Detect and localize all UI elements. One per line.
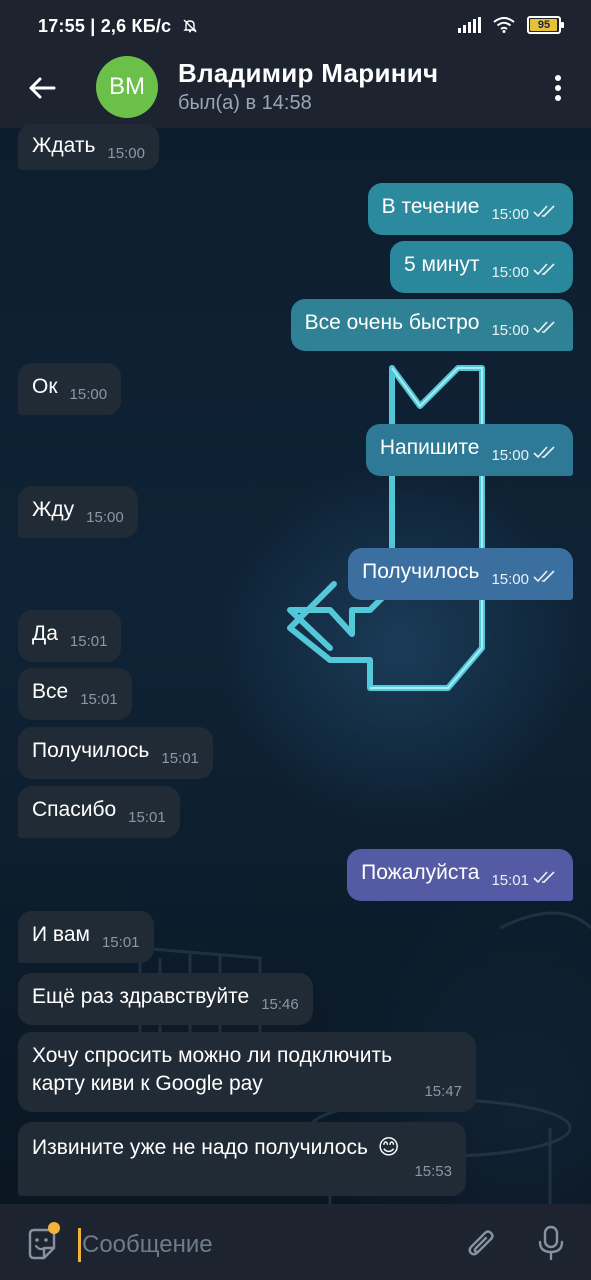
chat-header: ВМ Владимир Маринич был(а) в 14:58 — [0, 46, 591, 128]
message-incoming-multiline[interactable]: Хочу спросить можно ли подключить карту … — [18, 1032, 476, 1112]
microphone-icon[interactable] — [534, 1224, 568, 1262]
message-text-line-1: Хочу спросить можно ли подключить — [32, 1044, 393, 1067]
message-incoming[interactable]: Ок 15:00 — [18, 363, 122, 415]
double-check-icon — [533, 446, 555, 459]
double-check-icon — [533, 570, 555, 583]
message-text: Ещё раз здравствуйте — [32, 985, 250, 1008]
message-time: 15:00 — [491, 206, 529, 223]
message-outgoing[interactable]: В течение 15:00 — [367, 183, 573, 235]
arrow-left-icon[interactable] — [24, 70, 60, 106]
message-time: 15:00 — [107, 145, 145, 162]
message-incoming[interactable]: И вам 15:01 — [18, 911, 154, 963]
message-text: Все очень быстро — [304, 311, 480, 334]
message-outgoing[interactable]: 5 минут 15:00 — [390, 241, 573, 293]
message-time: 15:00 — [69, 386, 108, 403]
message-text: Пожалуйста — [361, 861, 480, 884]
message-input[interactable] — [80, 1224, 444, 1266]
bell-off-icon — [183, 19, 198, 33]
message-time: 15:00 — [491, 571, 529, 588]
message-time: 15:00 — [491, 447, 529, 464]
message-text: Ждать — [32, 134, 96, 157]
message-text: 5 минут — [404, 253, 480, 276]
message-outgoing[interactable]: Пожалуйста 15:01 — [347, 849, 573, 901]
network-speed: 2,6 КБ/с — [100, 16, 172, 36]
message-time: 15:01 — [69, 633, 108, 650]
message-time: 15:01 — [101, 934, 140, 951]
message-composer — [0, 1204, 591, 1280]
status-separator: | — [90, 16, 101, 36]
double-check-icon — [533, 871, 555, 884]
message-text: Жду — [32, 498, 75, 521]
last-seen-status: был(а) в 14:58 — [178, 92, 312, 114]
battery-icon: 95 — [527, 16, 564, 34]
more-vertical-icon[interactable] — [553, 72, 563, 104]
battery-level: 95 — [537, 19, 551, 31]
status-time: 17:55 — [38, 16, 86, 36]
status-right: 95 — [458, 16, 564, 34]
contact-name[interactable]: Владимир Маринич — [178, 58, 438, 89]
message-time: 15:46 — [261, 996, 299, 1013]
message-time: 15:01 — [161, 750, 199, 767]
avatar[interactable]: ВМ — [96, 56, 158, 118]
message-text: В течение — [381, 195, 480, 218]
message-text: Получилось — [32, 739, 150, 762]
message-text: Да — [32, 622, 58, 645]
message-incoming[interactable]: Спасибо 15:01 — [18, 786, 180, 838]
message-time: 15:47 — [424, 1083, 462, 1100]
message-incoming[interactable]: Получилось 15:01 — [18, 727, 213, 779]
message-outgoing[interactable]: Напишите 15:00 — [365, 424, 573, 476]
signal-icon — [458, 17, 481, 33]
message-incoming[interactable]: Все 15:01 — [18, 668, 132, 720]
message-outgoing[interactable]: Получилось 15:00 — [348, 548, 573, 600]
message-incoming[interactable]: Ждать 15:00 — [18, 124, 159, 170]
message-time: 15:00 — [86, 509, 124, 526]
status-bar: 17:55 | 2,6 КБ/с 95 — [0, 0, 591, 46]
message-incoming[interactable]: Да 15:01 — [18, 610, 122, 662]
wifi-icon — [493, 17, 515, 33]
double-check-icon — [533, 321, 555, 334]
double-check-icon — [533, 263, 555, 276]
message-incoming[interactable]: Ещё раз здравствуйте 15:46 — [18, 973, 313, 1025]
message-time: 15:01 — [80, 691, 118, 708]
message-text-line-2: карту киви к Google pay — [32, 1072, 263, 1095]
message-text: Спасибо — [32, 798, 117, 821]
message-outgoing[interactable]: Все очень быстро 15:00 — [290, 299, 573, 351]
message-time: 15:00 — [491, 264, 529, 281]
message-text: Извините уже не надо получилось — [32, 1136, 368, 1159]
message-text: Все — [32, 680, 69, 703]
neon-wallpaper-art — [287, 365, 485, 691]
message-text: Ок — [32, 375, 58, 398]
double-check-icon — [533, 205, 555, 218]
smiling-face-emoji: 😊 — [377, 1136, 400, 1159]
paperclip-icon[interactable] — [464, 1226, 500, 1262]
message-incoming-last[interactable]: Извините уже не надо получилось 😊 15:53 — [18, 1122, 466, 1196]
message-time: 15:53 — [414, 1163, 452, 1180]
message-time: 15:01 — [491, 872, 529, 889]
message-text: Напишите — [379, 436, 480, 459]
message-time: 15:00 — [491, 322, 529, 339]
status-left: 17:55 | 2,6 КБ/с — [38, 16, 198, 37]
message-incoming[interactable]: Жду 15:00 — [18, 486, 138, 538]
message-time: 15:01 — [128, 809, 166, 826]
notification-dot — [48, 1222, 60, 1234]
message-text: И вам — [32, 923, 90, 946]
message-text: Получилось — [362, 560, 480, 583]
